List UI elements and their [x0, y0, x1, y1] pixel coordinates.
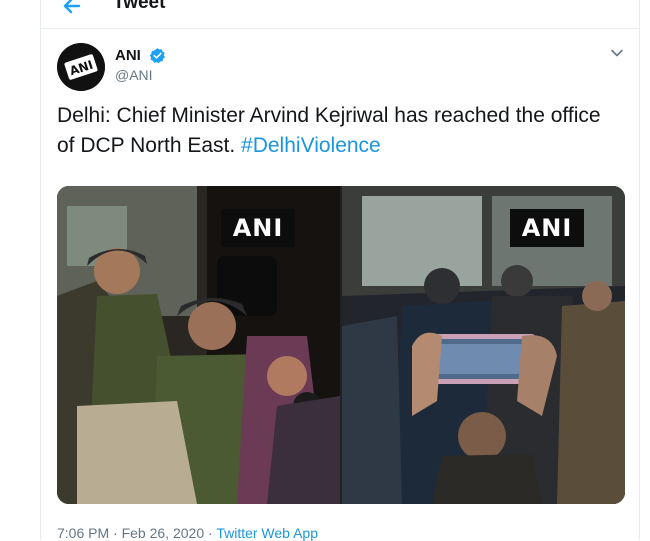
tweet-date[interactable]: Feb 26, 2020: [122, 525, 205, 541]
verified-badge-icon: [149, 47, 166, 64]
meta-separator: ·: [208, 525, 213, 541]
top-bar: Tweet: [41, 0, 639, 29]
tweet-text: Delhi: Chief Minister Arvind Kejriwal ha…: [57, 101, 617, 161]
author-handle[interactable]: @ANI: [115, 67, 153, 83]
photo-watermark: ANI: [510, 209, 584, 247]
tweet-source-link[interactable]: Twitter Web App: [216, 525, 318, 541]
tweet-media: ANI ANI: [57, 186, 625, 504]
avatar[interactable]: ANI: [57, 43, 105, 91]
tweet-time[interactable]: 7:06 PM: [57, 525, 109, 541]
hashtag-link[interactable]: #DelhiViolence: [241, 134, 381, 157]
photo-watermark: ANI: [221, 209, 295, 247]
tweet-metadata: 7:06 PM · Feb 26, 2020 · Twitter Web App: [57, 525, 318, 541]
author-name[interactable]: ANI: [115, 47, 141, 64]
tweet-detail-panel: Tweet ANI ANI @ANI Delhi: Chief Minister…: [40, 0, 640, 541]
chevron-down-icon[interactable]: [610, 46, 624, 60]
meta-separator: ·: [113, 525, 118, 541]
tweet-photo-2[interactable]: ANI: [342, 186, 625, 504]
arrow-left-icon[interactable]: [59, 0, 87, 18]
page-title: Tweet: [113, 0, 166, 13]
tweet-photo-1[interactable]: ANI: [57, 186, 340, 504]
